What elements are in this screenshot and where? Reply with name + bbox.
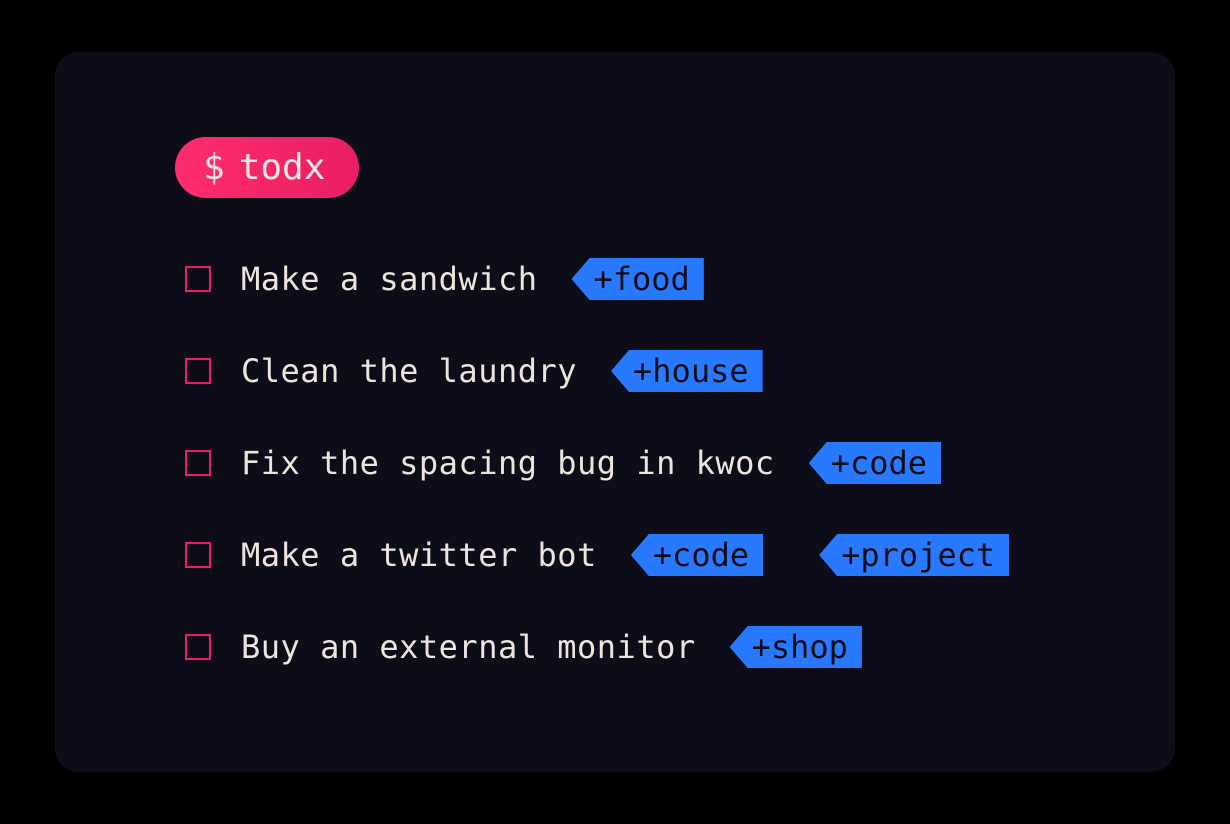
todo-item: Make a twitter bot +code +project <box>185 534 1055 576</box>
tag-badge[interactable]: +food <box>571 258 703 300</box>
todo-item: Clean the laundry +house <box>185 350 1055 392</box>
todo-text: Make a sandwich <box>241 260 537 298</box>
prompt-badge: $ todx <box>175 137 359 198</box>
tag-badge[interactable]: +project <box>819 534 1009 576</box>
todo-list: Make a sandwich +food Clean the laundry … <box>175 258 1055 668</box>
tag-badge[interactable]: +house <box>611 350 763 392</box>
todo-item: Buy an external monitor +shop <box>185 626 1055 668</box>
checkbox-icon[interactable] <box>185 634 211 660</box>
todo-text: Fix the spacing bug in kwoc <box>241 444 775 482</box>
tag-badge[interactable]: +code <box>809 442 941 484</box>
tag-badge[interactable]: +shop <box>730 626 862 668</box>
todo-text: Make a twitter bot <box>241 536 597 574</box>
todo-item: Make a sandwich +food <box>185 258 1055 300</box>
tag-badge[interactable]: +code <box>631 534 763 576</box>
prompt-command: todx <box>239 147 326 188</box>
terminal-window: $ todx Make a sandwich +food Clean the l… <box>55 52 1175 772</box>
checkbox-icon[interactable] <box>185 450 211 476</box>
checkbox-icon[interactable] <box>185 266 211 292</box>
todo-item: Fix the spacing bug in kwoc +code <box>185 442 1055 484</box>
checkbox-icon[interactable] <box>185 358 211 384</box>
todo-text: Buy an external monitor <box>241 628 696 666</box>
prompt-symbol: $ <box>203 147 225 188</box>
checkbox-icon[interactable] <box>185 542 211 568</box>
todo-text: Clean the laundry <box>241 352 577 390</box>
